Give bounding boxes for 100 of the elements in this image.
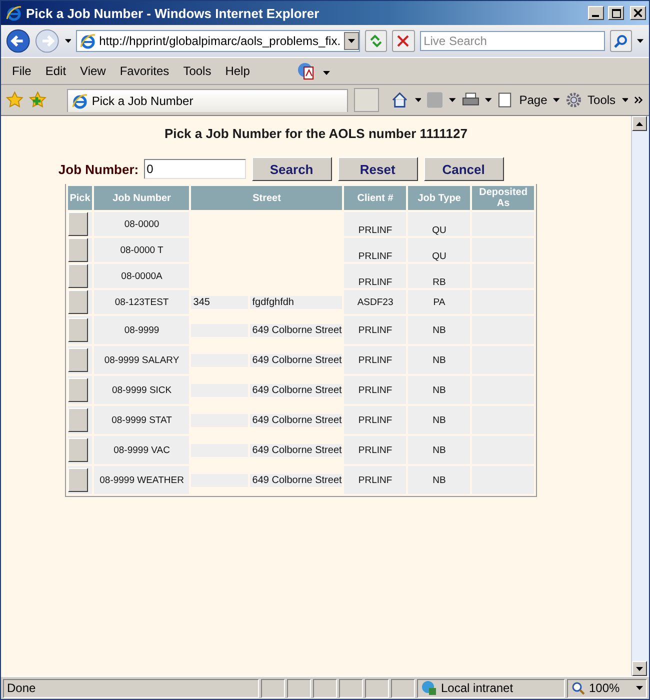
caret-icon[interactable] [448, 98, 456, 102]
job-type: QU [432, 251, 446, 262]
pdf-icon[interactable] [296, 62, 315, 80]
street-name: 649 Colborne Street [250, 384, 342, 396]
caret-icon[interactable] [484, 98, 492, 102]
job-number-field[interactable]: 0 [144, 159, 246, 179]
client-number: PRLINF [358, 444, 392, 456]
pick-button[interactable] [68, 468, 88, 492]
street-name: 649 Colborne Street [250, 324, 342, 336]
maximize-button[interactable] [608, 6, 624, 20]
caret-icon[interactable] [414, 98, 422, 102]
pick-button[interactable] [68, 264, 88, 288]
pick-button[interactable] [68, 438, 88, 462]
job-number: 08-9999 VAC [114, 444, 170, 456]
back-icon[interactable] [6, 28, 30, 54]
printer-icon[interactable] [462, 92, 479, 108]
menu-item[interactable]: Tools [176, 62, 218, 80]
home-icon[interactable] [391, 91, 409, 109]
client-number: PRLINF [358, 384, 392, 396]
caret-icon[interactable] [622, 98, 628, 102]
pick-button[interactable] [68, 408, 88, 432]
pick-button[interactable] [68, 290, 88, 314]
close-icon [634, 9, 642, 17]
pick-button[interactable] [68, 318, 88, 342]
browser-tab[interactable]: Pick a Job Number [66, 88, 348, 112]
zoom-icon [571, 681, 585, 695]
job-number: 08-9999 STAT [112, 414, 172, 426]
client-number: PRLINF [358, 324, 392, 336]
star-icon[interactable] [6, 91, 24, 109]
job-number: 08-9999 [124, 324, 160, 336]
page-menu[interactable]: Page [519, 93, 548, 107]
status-pane [365, 678, 389, 698]
column-header: Deposited As [472, 186, 534, 210]
status-pane [339, 678, 363, 698]
status-pane [391, 678, 415, 698]
search-icon [614, 34, 628, 48]
up-arrow-icon [636, 122, 643, 126]
field-label: Job Number: [58, 162, 139, 176]
job-number: 08-123TEST [114, 296, 169, 308]
job-type: NB [432, 324, 446, 336]
street-number: 345 [191, 296, 248, 308]
scroll-up-button[interactable] [632, 116, 647, 131]
pick-button[interactable] [68, 212, 88, 236]
close-button[interactable] [630, 6, 646, 20]
job-number: 08-9999 SALARY [104, 354, 180, 366]
job-type: NB [432, 354, 446, 366]
street-name: 649 Colborne Street [250, 474, 342, 486]
form-button[interactable]: Search [252, 157, 332, 181]
menu-item[interactable]: Help [218, 62, 257, 80]
pick-button[interactable] [68, 238, 88, 262]
refresh-button[interactable] [364, 30, 388, 52]
maximize-icon [612, 8, 620, 18]
browser-logo-icon [6, 5, 22, 21]
form-button[interactable]: Cancel [424, 157, 504, 181]
job-type: NB [432, 414, 446, 426]
job-type: QU [432, 225, 446, 236]
pdf-caret-icon[interactable] [322, 71, 330, 75]
client-number: PRLINF [358, 251, 392, 262]
column-header: Job Number [94, 186, 190, 210]
down-arrow-icon [636, 666, 643, 670]
minimize-button[interactable] [588, 6, 604, 20]
history-caret-icon[interactable] [64, 39, 72, 43]
address-dropdown[interactable] [344, 32, 359, 50]
browser-logo-icon [80, 33, 96, 49]
client-number: PRLINF [358, 474, 392, 486]
zoom-control[interactable]: 100% [567, 678, 647, 698]
gear-icon[interactable] [566, 92, 582, 108]
chevron-icon[interactable] [634, 96, 644, 104]
job-type: NB [432, 474, 446, 486]
search-caret-icon[interactable] [637, 39, 644, 43]
street-name: 649 Colborne Street [250, 414, 342, 426]
pick-button[interactable] [68, 348, 88, 372]
job-type: RB [432, 277, 446, 288]
client-number: PRLINF [358, 277, 392, 288]
search-field[interactable]: Live Search [420, 31, 605, 51]
menu-item[interactable]: Edit [38, 62, 74, 80]
page-icon[interactable] [498, 92, 514, 108]
menu-item[interactable]: Favorites [112, 62, 176, 80]
stop-button[interactable] [392, 30, 415, 52]
status-text: Done [3, 678, 259, 698]
form-button[interactable]: Reset [338, 157, 418, 181]
caret-icon[interactable] [553, 98, 560, 102]
search-button[interactable] [610, 30, 632, 52]
client-number: PRLINF [358, 354, 392, 366]
window-title: Pick a Job Number - Windows Internet Explorer [26, 6, 320, 20]
pick-button[interactable] [68, 378, 88, 402]
job-number: 08-9999 SICK [112, 384, 172, 396]
menu-item[interactable]: File [5, 62, 38, 80]
menu-item[interactable]: View [73, 62, 113, 80]
address-field[interactable]: http://hpprint/globalpimarc/aols_problems_fix. [76, 30, 360, 52]
scroll-down-button[interactable] [632, 661, 647, 676]
client-number: PRLINF [358, 414, 392, 426]
job-number: 08-9999 WEATHER [100, 474, 184, 486]
caret-icon[interactable] [348, 39, 355, 43]
tools-menu[interactable]: Tools [588, 93, 616, 107]
client-number: PRLINF [358, 225, 392, 236]
forward-icon[interactable] [35, 28, 60, 54]
caret-icon[interactable] [636, 686, 643, 690]
status-pane [287, 678, 311, 698]
column-header: Pick [68, 186, 92, 210]
